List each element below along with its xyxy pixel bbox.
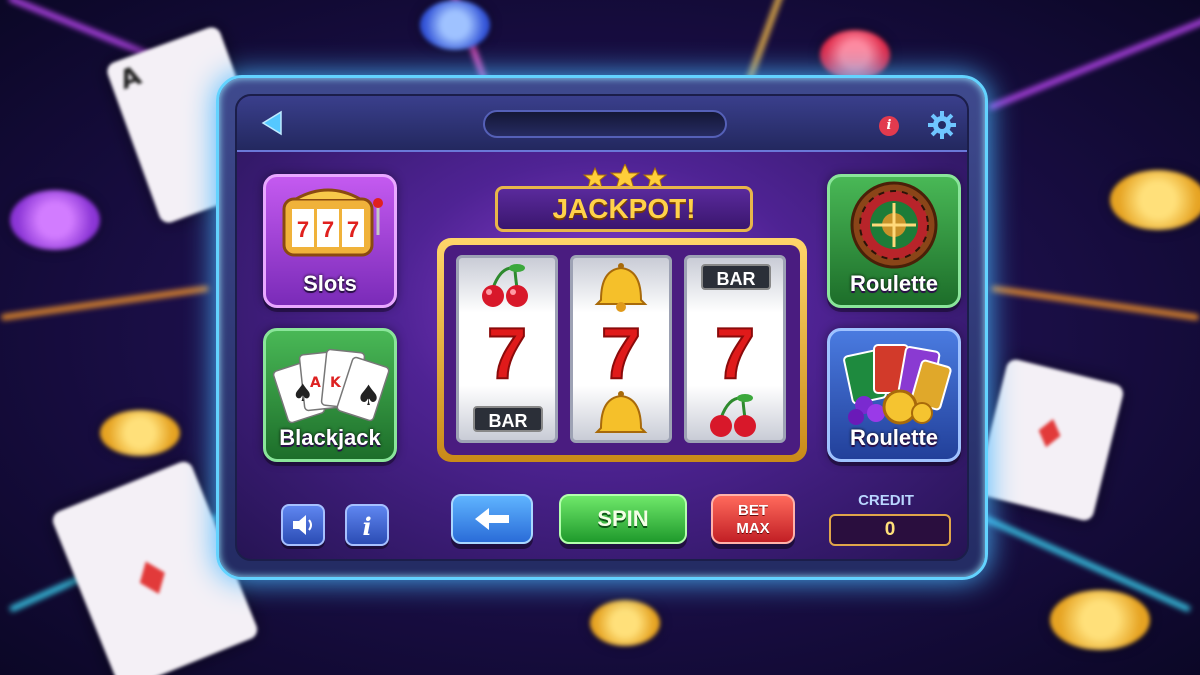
game-tile-blackjack[interactable]: ♠ A K ♠ Blackjack (263, 328, 397, 462)
chips-and-cards-icon (843, 344, 952, 425)
reel-3-symbols: 7 (710, 313, 756, 437)
speaker-icon (293, 515, 312, 535)
spin-button[interactable]: SPIN (559, 494, 687, 544)
svg-text:7: 7 (347, 217, 359, 242)
reel-3: BAR 7 (684, 255, 786, 443)
bet-max-line2: MAX (736, 520, 770, 537)
svg-text:A: A (310, 375, 321, 391)
cherry-icon (710, 394, 756, 437)
bet-max-line1: BET (738, 502, 768, 519)
reel-1: 7 BAR (456, 255, 558, 443)
background-chip (1050, 590, 1150, 650)
game-tile-slots[interactable]: 7 7 7 Slots (263, 174, 397, 308)
cherry-icon (482, 264, 528, 307)
bell-icon (594, 391, 648, 433)
roulette-wheel-icon (850, 181, 938, 269)
tile-label-roulette-chips: Roulette (850, 425, 938, 450)
bar-symbol: BAR (473, 406, 543, 432)
credit-value: 0 (829, 514, 951, 546)
gear-icon[interactable] (927, 110, 957, 140)
svg-text:i: i (362, 512, 371, 541)
neon-streak (987, 15, 1200, 111)
seven-symbol: 7 (487, 314, 527, 394)
svg-text:♠: ♠ (356, 379, 381, 412)
info-alert-icon[interactable]: i (879, 116, 899, 136)
tile-label-roulette: Roulette (850, 271, 938, 296)
sound-button[interactable] (281, 504, 325, 546)
top-notch (483, 110, 727, 138)
reel-window: 7 BAR 7 BAR 7 (444, 245, 800, 455)
bell-icon (594, 263, 648, 312)
tile-label-blackjack: Blackjack (279, 425, 381, 450)
info-icon: i (362, 512, 371, 541)
info-button[interactable]: i (345, 504, 389, 546)
jackpot-banner: JACKPOT! (495, 186, 753, 232)
tile-label-slots: Slots (303, 271, 357, 296)
svg-text:7: 7 (297, 217, 309, 242)
background-chip (420, 0, 490, 50)
background-chip (820, 30, 890, 80)
back-arrow-icon[interactable] (259, 110, 285, 136)
bet-max-button[interactable]: BET MAX (711, 494, 795, 544)
svg-text:7: 7 (322, 217, 334, 242)
back-button[interactable] (451, 494, 533, 544)
game-tile-roulette-chips[interactable]: Roulette (827, 328, 961, 462)
reel-2-symbols: 7 (594, 263, 648, 433)
svg-text:K: K (330, 375, 342, 391)
reel-2: 7 (570, 255, 672, 443)
neon-streak (990, 285, 1200, 321)
background-chip (590, 600, 660, 646)
playing-cards-icon: ♠ A K ♠ (272, 348, 390, 424)
seven-symbol: 7 (601, 314, 641, 394)
background-chip (100, 410, 180, 456)
background-card-diamond: ♦ (974, 357, 1126, 523)
credit-label: CREDIT (858, 492, 914, 509)
neon-streak (0, 285, 210, 321)
left-arrow-icon (475, 508, 509, 530)
slot-machine-icon: 7 7 7 (282, 188, 383, 257)
top-bar: i (237, 96, 967, 152)
game-tile-roulette[interactable]: Roulette (827, 174, 961, 308)
game-screen: i 7 7 7 Slots ♠ A K ♠ Blackjack Roulette… (235, 94, 969, 561)
tablet-frame: i 7 7 7 Slots ♠ A K ♠ Blackjack Roulette… (216, 75, 988, 580)
seven-symbol: 7 (715, 314, 755, 394)
background-chip (10, 190, 100, 250)
background-chip (1110, 170, 1200, 230)
slot-machine: 7 BAR 7 BAR 7 (437, 238, 807, 462)
